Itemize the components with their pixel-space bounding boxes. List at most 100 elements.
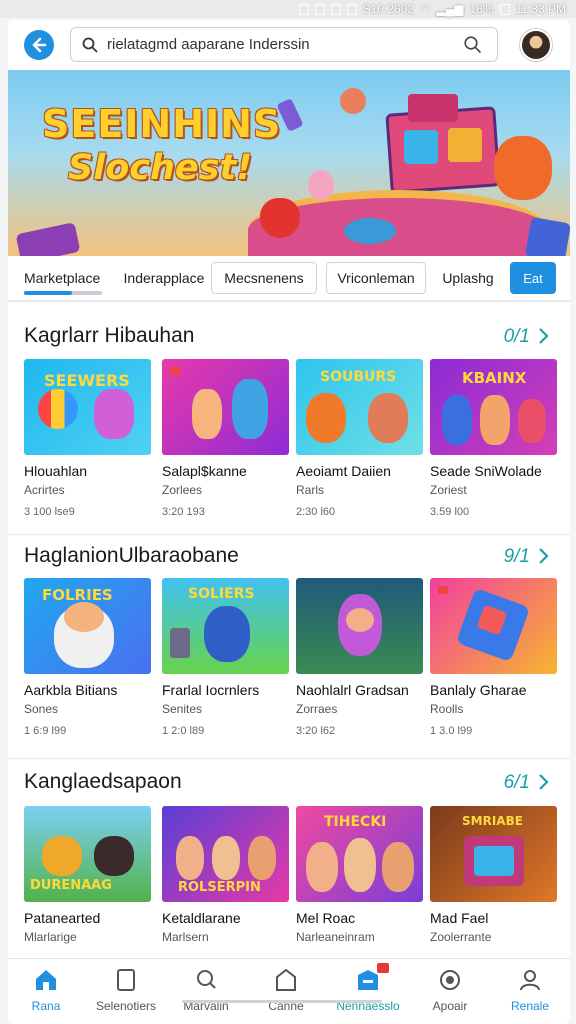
section-games-2: HaglanionUlbaraobane 9/1 FOLRIES Aarkbla… (8, 544, 570, 754)
notification-badge (377, 963, 389, 973)
nav-label: Renale (510, 999, 550, 1013)
game-card[interactable]: SOLIERS Frarlal Iocrnlers Senites 1 2:0 … (162, 578, 289, 737)
game-title: Mel Roac (296, 910, 356, 926)
divider (8, 534, 570, 535)
nav-item-canne[interactable]: Canne (246, 967, 326, 1013)
home-icon (33, 967, 59, 993)
tab-label: Eat (523, 270, 543, 286)
search-field[interactable]: rielatagmd aaparane Inderssin (70, 27, 498, 62)
game-card[interactable]: Banlaly Gharae Roolls 1 3.0 l99 (430, 578, 557, 737)
game-meta: 3:20 193 (162, 506, 205, 518)
tab-marketplace[interactable]: Marketplace (24, 262, 104, 294)
game-title: Mad Fael (430, 910, 489, 926)
divider (8, 300, 570, 302)
game-category: Zorlees (162, 483, 203, 497)
game-title: Ketaldlarane (162, 910, 241, 926)
nav-item-marvalin[interactable]: Marvalin (166, 967, 246, 1013)
game-title: Frarlal Iocrnlers (162, 682, 260, 698)
status-bar: S10 2602 ◠ ▂▄▆ 16% 11:33 PM (0, 0, 576, 18)
nav-item-selenotiers[interactable]: Selenotiers (86, 967, 166, 1013)
inbox-icon (355, 963, 389, 993)
arrow-left-icon (32, 37, 47, 53)
game-card[interactable]: Salapl$kanne Zorlees 3:20 193 (162, 359, 289, 518)
search-icon (193, 967, 219, 993)
home-indicator[interactable] (182, 1000, 382, 1003)
game-title: Salapl$kanne (162, 463, 247, 479)
notification-icon (298, 3, 309, 15)
game-thumbnail: KBAINX (430, 359, 557, 455)
game-thumbnail: FOLRIES (24, 578, 151, 674)
section-games-1: Kagrlarr Hibauhan 0/1 SEEWERS Hlouahlan … (8, 324, 570, 534)
hero-banner[interactable]: SEEINHINS Slochest! (8, 70, 570, 256)
battery-icon (499, 3, 510, 15)
tab-vriconleman[interactable]: Vriconleman (326, 262, 426, 294)
game-category: Mlarlarige (24, 930, 77, 944)
nav-item-renale[interactable]: Renale (490, 967, 570, 1013)
game-title: Naohlalrl Gradsan (296, 682, 409, 698)
game-thumbnail: ROLSERPIN (162, 806, 289, 902)
profile-icon (517, 967, 543, 993)
tab-eat[interactable]: Eat (510, 262, 556, 294)
search-icon (82, 37, 98, 53)
game-meta: 3.59 l00 (430, 506, 470, 518)
nav-label: Rana (31, 999, 61, 1013)
store-icon (273, 967, 299, 993)
chevron-right-icon[interactable] (536, 772, 552, 792)
nav-label: Apoair (432, 999, 468, 1013)
nav-item-home[interactable]: Rana (8, 967, 86, 1013)
game-title: Banlaly Gharae (430, 682, 527, 698)
game-card[interactable]: ROLSERPIN Ketaldlarane Marlsern (162, 806, 289, 944)
nav-item-nennaesslo[interactable]: Nennaesslo (328, 963, 408, 1013)
tab-label: Vriconleman (337, 270, 415, 286)
section-count[interactable]: 0/1 (504, 326, 530, 348)
game-title: Patanearted (24, 910, 101, 926)
game-card[interactable]: TIHECKI Mel Roac Narleaneinram (296, 806, 423, 944)
section-count[interactable]: 9/1 (504, 546, 530, 568)
decorative-character (494, 136, 552, 200)
decorative-strawberry (260, 198, 300, 238)
tab-mecsnenens[interactable]: Mecsnenens (211, 262, 317, 294)
tab-label: Uplashg (442, 270, 494, 286)
section-title: Kagrlarr Hibauhan (24, 324, 195, 347)
game-thumbnail (430, 578, 557, 674)
top-app-bar: rielatagmd aaparane Inderssin (8, 20, 570, 70)
chevron-right-icon[interactable] (536, 326, 552, 346)
decorative-character (308, 170, 334, 200)
section-count[interactable]: 6/1 (504, 772, 530, 794)
decorative-candy (15, 222, 81, 256)
game-meta: 3 100 lse9 (24, 506, 75, 518)
decorative-cube (404, 130, 438, 164)
game-meta: 1 2:0 l89 (162, 725, 205, 737)
bottom-navigation: Rana Selenotiers Marvalin Canne Nennaess… (8, 958, 570, 1024)
game-card[interactable]: KBAINX Seade SniWolade Zoriest 3.59 l00 (430, 359, 557, 518)
back-button[interactable] (24, 30, 54, 60)
battery-level: 16% (469, 2, 494, 16)
globe-icon (437, 967, 463, 993)
game-card[interactable]: SEEWERS Hlouahlan Acrirtes 3 100 lse9 (24, 359, 151, 518)
nav-label: Selenotiers (95, 999, 157, 1013)
game-card[interactable]: SOUBURS Aeoiamt Daiien Rarls 2:30 l60 (296, 359, 423, 518)
game-category: Zoolerrante (430, 930, 492, 944)
game-category: Marlsern (162, 930, 209, 944)
game-card[interactable]: Naohlalrl Gradsan Zorraes 3:20 l62 (296, 578, 423, 737)
decorative-ring (344, 218, 396, 244)
game-card[interactable]: FOLRIES Aarkbla Bitians Sones 1 6:9 l99 (24, 578, 151, 737)
game-card[interactable]: SMRIABE Mad Fael Zoolerrante (430, 806, 557, 944)
tab-inderapplace[interactable]: Inderapplace (122, 262, 206, 294)
game-thumbnail: SOUBURS (296, 359, 423, 455)
game-meta: 1 3.0 l99 (430, 725, 473, 737)
section-title: Kanglaedsapaon (24, 770, 182, 793)
game-category: Sones (24, 702, 59, 716)
nav-item-apoair[interactable]: Apoair (410, 967, 490, 1013)
search-input[interactable]: rielatagmd aaparane Inderssin (107, 36, 310, 53)
divider (8, 758, 570, 759)
decorative-candy (524, 216, 570, 256)
notification-icon (314, 3, 325, 15)
avatar[interactable] (520, 29, 552, 61)
chevron-right-icon[interactable] (536, 546, 552, 566)
tab-uplashg[interactable]: Uplashg (438, 262, 498, 294)
game-thumbnail: SOLIERS (162, 578, 289, 674)
tab-label: Marketplace (24, 270, 101, 286)
search-icon[interactable] (463, 35, 483, 55)
game-card[interactable]: DURENAAG Patanearted Mlarlarige (24, 806, 151, 944)
